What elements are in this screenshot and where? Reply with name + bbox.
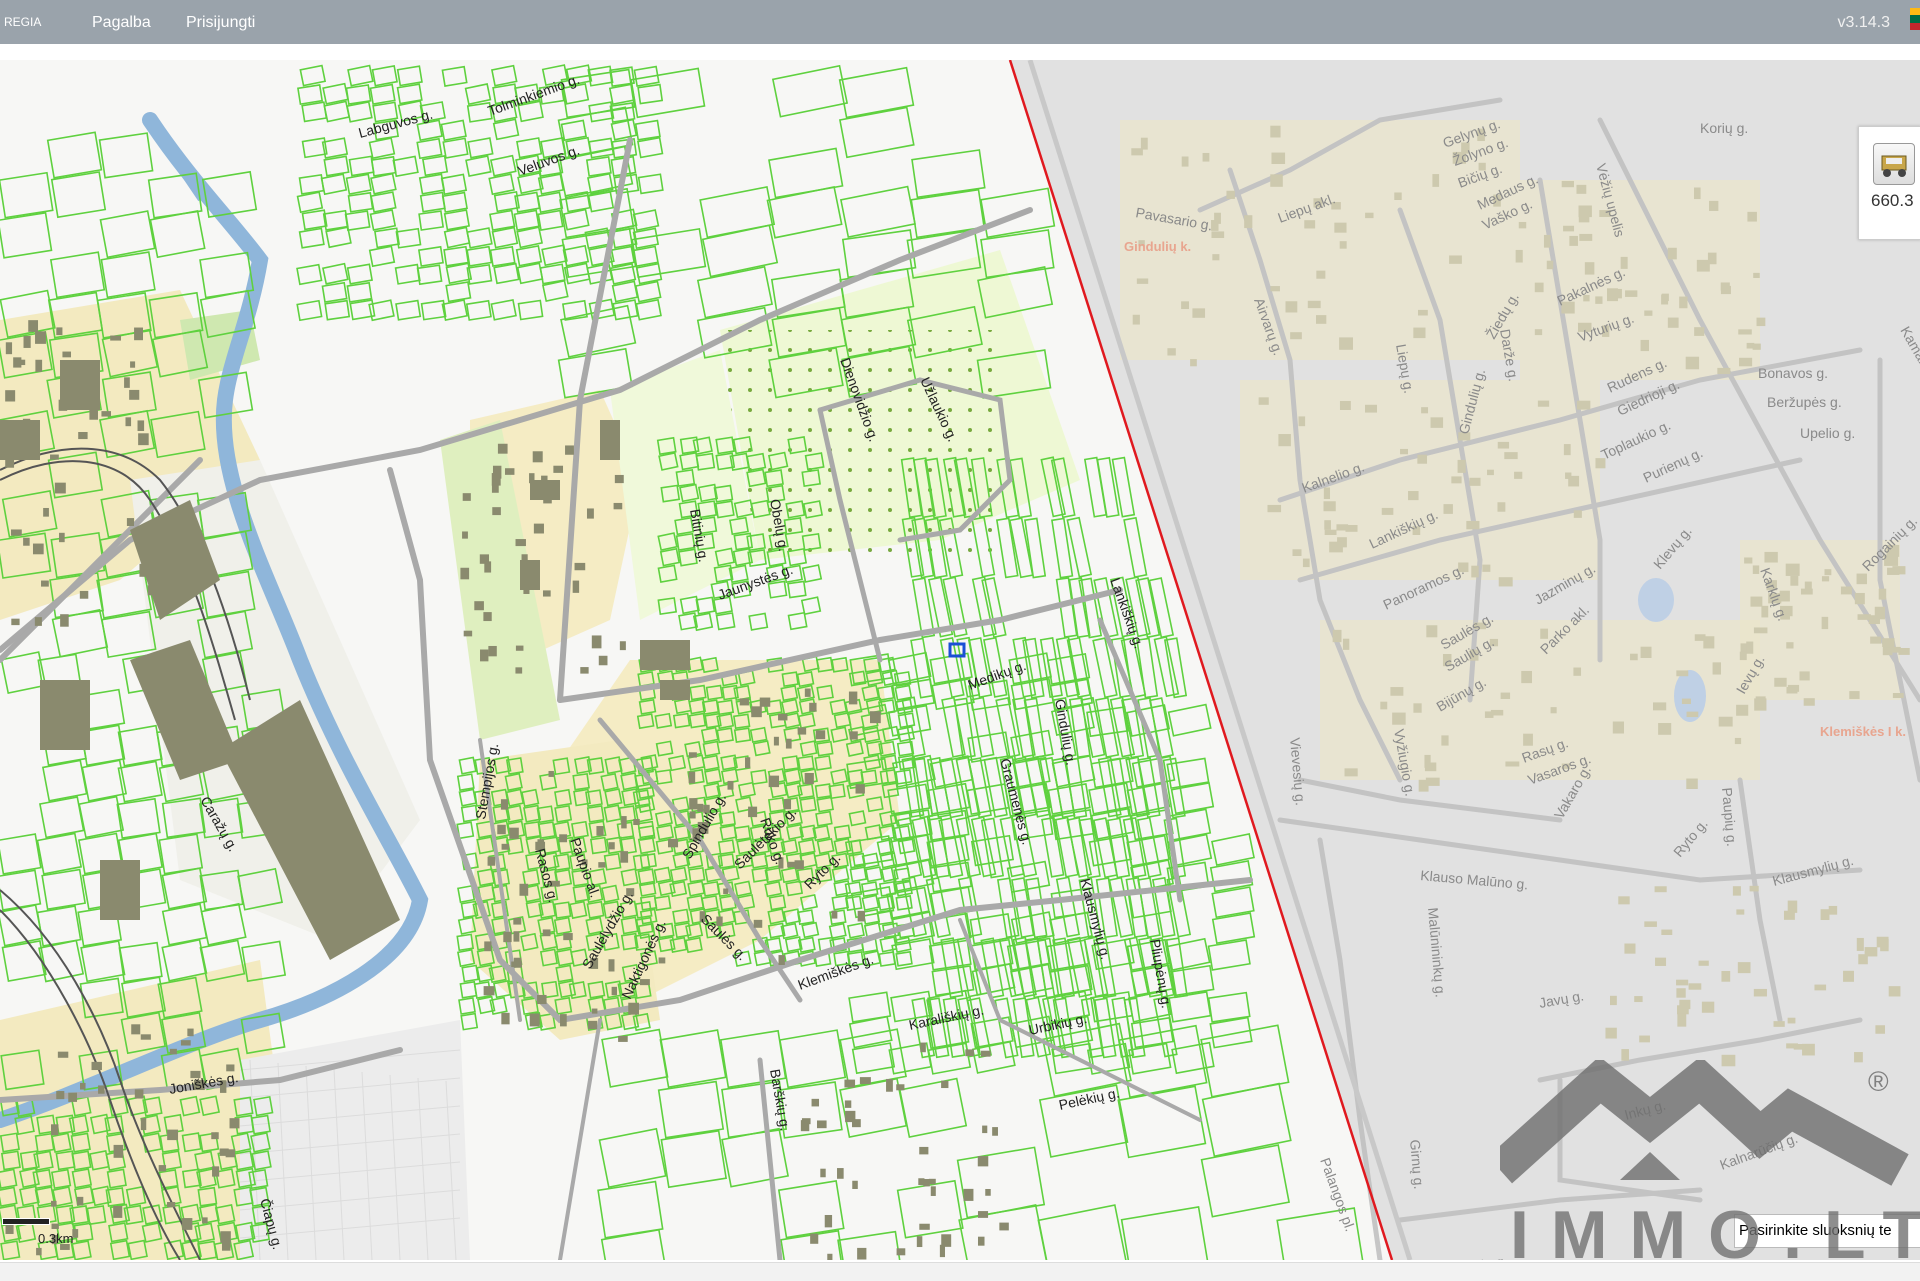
status-bar [0,1262,1920,1281]
scale-label: 0.3km [38,1231,74,1246]
help-link[interactable]: Pagalba [92,14,151,32]
street-label: Bonavos g. [1758,365,1828,381]
map-canvas[interactable]: Labguvos g.Tolminkiemio g.Veluvos g.Dien… [0,60,1920,1260]
flag-stripe-green [1910,15,1920,23]
street-label: Korių g. [1700,120,1748,136]
login-link[interactable]: Prisijungti [186,14,255,32]
tractor-icon[interactable] [1873,143,1915,185]
flag-stripe-red [1910,22,1920,30]
place-label-ginduliu: Gindulių k. [1124,239,1191,254]
place-label-klemiskes: Klemiškės I k. [1820,724,1906,739]
street-label: Beržupės g. [1767,394,1842,410]
scale-bar: 0.3km [2,1218,73,1246]
flag-stripe-yellow [1910,8,1920,16]
street-label: Upelio g. [1800,425,1855,441]
layer-select-box[interactable]: Pasirinkite sluoksnių te [1734,1214,1920,1248]
top-toolbar: REGIA Pagalba Prisijungti v3.14.3 [0,0,1920,44]
widget-value: 660.3 [1871,191,1914,210]
version-label: v3.14.3 [1837,14,1890,31]
app-brand: REGIA [4,15,42,29]
lithuania-flag-icon[interactable] [1910,8,1920,30]
layer-widget: 660.3 [1858,126,1920,240]
